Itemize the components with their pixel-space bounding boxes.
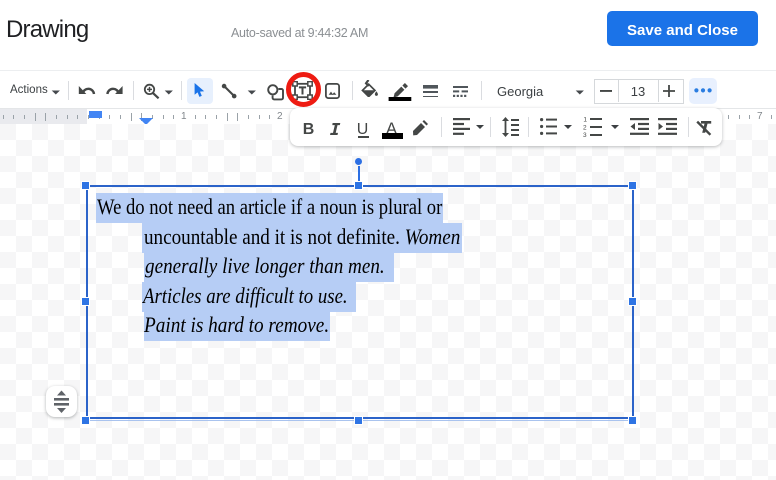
svg-text:2: 2 — [583, 125, 587, 132]
svg-text:3: 3 — [583, 132, 587, 137]
svg-text:1: 1 — [583, 117, 587, 124]
